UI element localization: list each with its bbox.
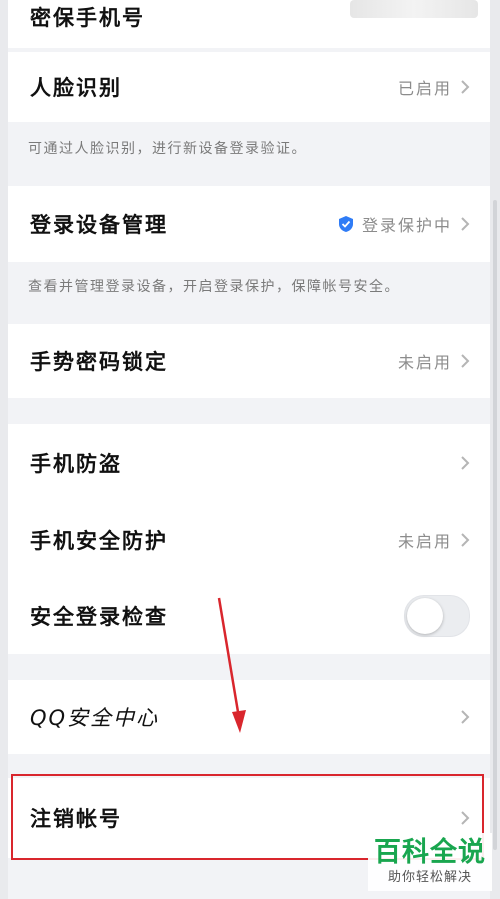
watermark-sub: 助你轻松解决: [387, 870, 472, 885]
settings-screen: 密保手机号 人脸识别 已启用 可通过人脸识别，进行新设备登录验证。 登录设备管理…: [0, 0, 500, 899]
watermark-main: 百科全说: [374, 837, 486, 868]
annotation-arrow: [217, 597, 246, 733]
watermark-logo: 百科全说 助你轻松解决: [368, 833, 492, 891]
